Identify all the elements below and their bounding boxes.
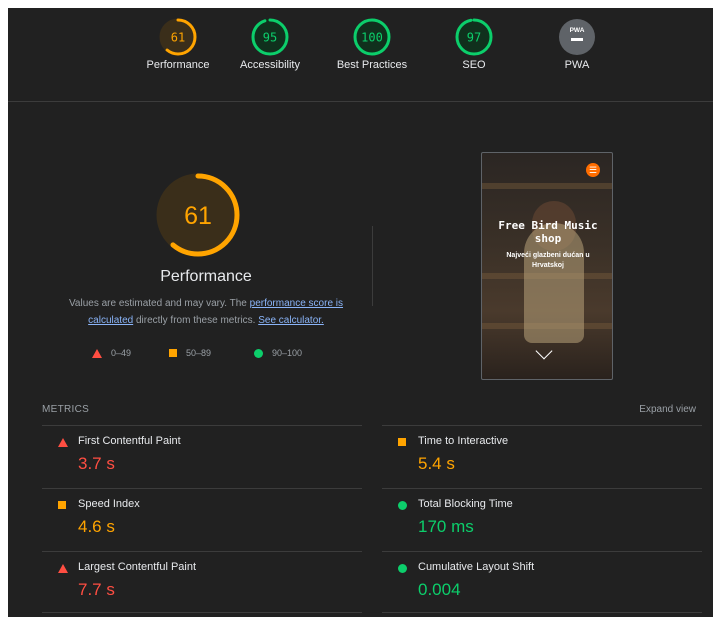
circle-icon — [398, 564, 407, 573]
score-ring: 61 — [159, 18, 197, 56]
screenshot-title: Free Bird Music shop — [498, 219, 598, 245]
metrics-heading: METRICS — [42, 404, 90, 415]
pwa-dash-icon — [571, 38, 583, 41]
legend-range: 90–100 — [272, 348, 303, 358]
legend-range: 0–49 — [111, 348, 132, 358]
performance-score: 61 — [184, 202, 212, 230]
gauge-label: Accessibility — [240, 59, 300, 71]
see-calculator-link[interactable]: See calculator. — [258, 315, 324, 326]
shelf-decoration — [482, 183, 612, 189]
metric-total-blocking-time: Total Blocking Time 170 ms — [382, 489, 702, 551]
gauge-pwa[interactable]: PWA PWA — [532, 18, 622, 71]
legend-fail: 0–49 — [92, 348, 131, 358]
metric-value: 3.7 s — [78, 454, 115, 473]
metric-largest-contentful-paint: Largest Contentful Paint 7.7 s — [42, 552, 362, 614]
gauge-accessibility[interactable]: 95 Accessibility — [225, 18, 315, 71]
metric-speed-index: Speed Index 4.6 s — [42, 489, 362, 551]
screenshot-subtitle: Najveći glazbeni dućan u Hrvatskoj — [506, 252, 590, 269]
metric-name: Time to Interactive — [418, 435, 509, 447]
metric-first-contentful-paint: First Contentful Paint 3.7 s — [42, 426, 362, 488]
circle-icon — [398, 501, 407, 510]
legend-range: 50–89 — [186, 348, 212, 358]
divider — [42, 612, 362, 613]
score-ring: 95 — [251, 18, 289, 56]
gauge-label: Best Practices — [336, 59, 408, 71]
gauge-score: 97 — [467, 31, 481, 45]
triangle-icon — [92, 348, 102, 358]
gauge-label: Performance — [146, 59, 210, 71]
gauge-performance[interactable]: 61 Performance — [133, 18, 223, 71]
gauge-seo[interactable]: 97 SEO — [429, 18, 519, 71]
metric-value: 7.7 s — [78, 580, 115, 599]
legend-pass: 90–100 — [254, 348, 302, 358]
section-divider — [372, 226, 373, 306]
gauge-best-practices[interactable]: 100 Best Practices — [327, 18, 417, 71]
gauge-score: 100 — [361, 31, 383, 45]
chevron-down-icon — [535, 342, 553, 360]
metric-value: 5.4 s — [418, 454, 455, 473]
score-ring: 97 — [455, 18, 493, 56]
gauge-label: PWA — [564, 59, 590, 71]
metric-value: 0.004 — [418, 580, 461, 599]
square-icon — [58, 501, 66, 509]
metric-time-to-interactive: Time to Interactive 5.4 s — [382, 426, 702, 488]
performance-title: Performance — [160, 268, 252, 285]
lighthouse-report: 61 Performance 95 Accessibility 100 Best… — [8, 8, 713, 617]
expand-view-button[interactable]: Expand view — [639, 404, 696, 415]
triangle-icon — [58, 564, 68, 573]
metric-name: Largest Contentful Paint — [78, 561, 197, 573]
square-icon — [398, 438, 406, 446]
metric-value: 4.6 s — [78, 517, 115, 536]
pwa-badge-text: PWA — [570, 27, 585, 34]
metric-name: First Contentful Paint — [78, 435, 181, 447]
triangle-icon — [58, 438, 68, 447]
category-scores-bar: 61 Performance 95 Accessibility 100 Best… — [8, 8, 713, 102]
gauge-score: 95 — [263, 31, 277, 45]
score-ring: 100 — [353, 18, 391, 56]
note-text: Values are estimated and may vary. The — [68, 298, 250, 309]
metric-value: 170 ms — [418, 517, 474, 536]
metric-cumulative-layout-shift: Cumulative Layout Shift 0.004 — [382, 552, 702, 614]
square-icon — [169, 349, 177, 357]
menu-icon: ☰ — [586, 163, 600, 177]
pwa-badge: PWA — [559, 19, 595, 55]
gauge-score: 61 — [171, 31, 185, 45]
metric-name: Speed Index — [78, 498, 140, 510]
performance-gauge: 61 — [156, 173, 240, 257]
note-text: directly from these metrics. — [133, 315, 259, 326]
gauge-label: SEO — [462, 59, 486, 71]
circle-icon — [254, 348, 263, 358]
metric-name: Total Blocking Time — [418, 498, 513, 510]
metric-name: Cumulative Layout Shift — [418, 561, 535, 573]
performance-note: Values are estimated and may vary. The p… — [48, 295, 364, 329]
divider — [382, 612, 702, 613]
final-screenshot[interactable]: ☰ Free Bird Music shop Najveći glazbeni … — [481, 152, 613, 380]
legend-average: 50–89 — [169, 348, 211, 358]
